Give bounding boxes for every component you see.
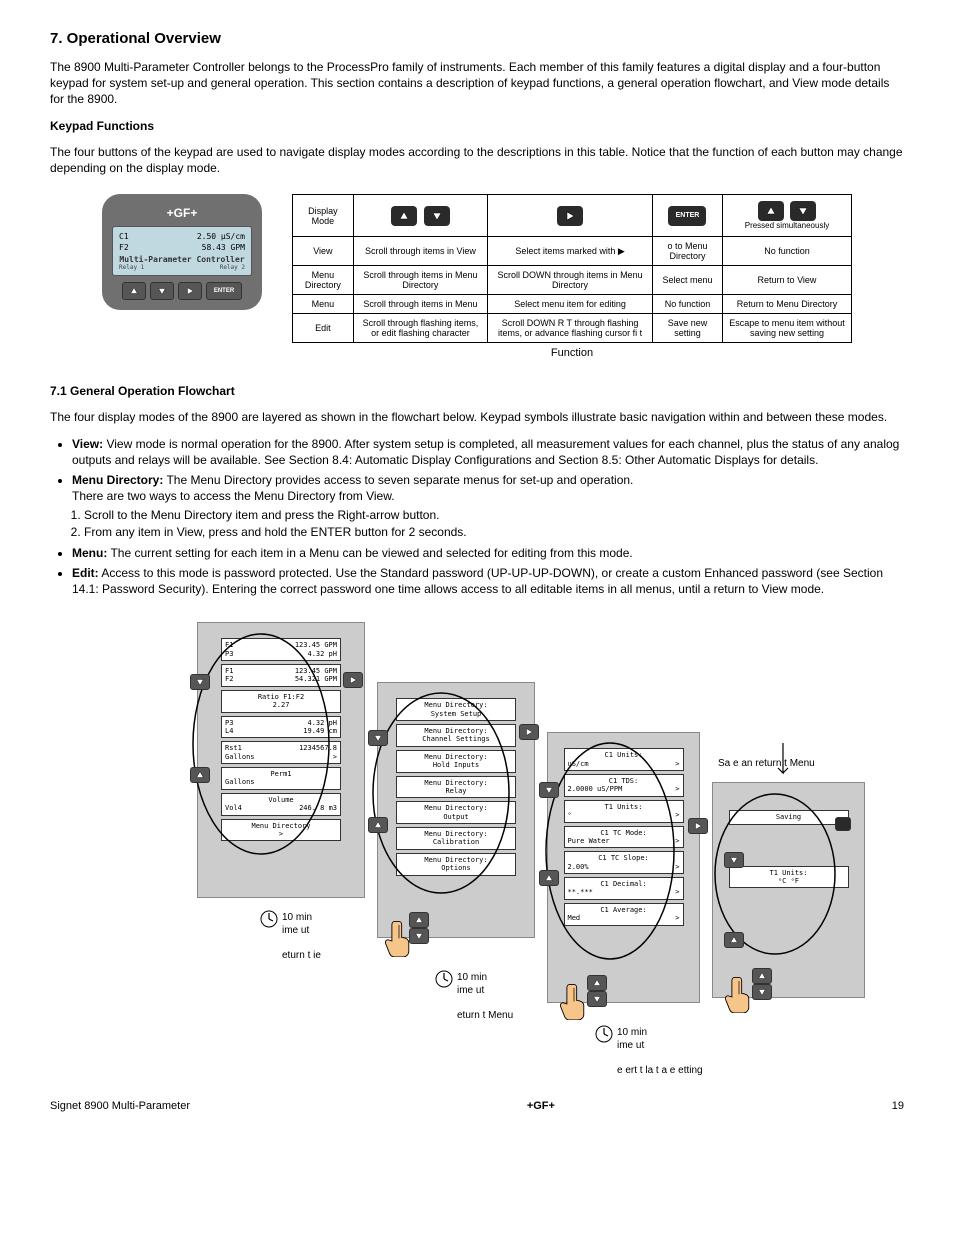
sec71-intro: The four display modes of the 8900 are l… [50, 409, 904, 425]
hand-icon-1 [382, 917, 416, 957]
function-footer-label: Function [293, 343, 852, 364]
pressed-note: Pressed simultaneously [727, 221, 847, 230]
nav-down-c1 [190, 674, 210, 690]
col-right [488, 195, 653, 237]
table-row: EditScroll through flashing items, or ed… [293, 314, 852, 343]
flow-col-menu-dir: Menu Directory:System SetupMenu Director… [377, 682, 535, 938]
table-row: ViewScroll through items in ViewSelect i… [293, 237, 852, 266]
intro-para: The 8900 Multi-Parameter Controller belo… [50, 59, 904, 108]
nav-up-c3 [539, 870, 559, 886]
save-arrow [768, 743, 798, 783]
nav-right-34 [688, 818, 708, 834]
hand-icon-2 [557, 980, 591, 1020]
footer-right: 19 [892, 1100, 904, 1112]
col-display-mode: Display Mode [293, 195, 354, 237]
flow-col-edit: Sa e an return t Menu Saving T1 Units: ᵒ… [712, 782, 865, 998]
timeout-3: 10 minime ute ert t la t a e etting [617, 1027, 703, 1077]
enter-key-icon: ENTER [668, 206, 706, 226]
hand-icon-3 [722, 973, 756, 1013]
lcd-l2b: 58.43 GPM [202, 243, 245, 252]
table-row: MenuScroll through items in MenuSelect m… [293, 295, 852, 314]
lcd-r1: Relay 1 [119, 264, 144, 271]
loop-arrow-3 [536, 738, 681, 968]
right-key-icon [557, 206, 583, 226]
nav-up-c4 [724, 932, 744, 948]
md-step2: From any item in View, press and hold th… [84, 524, 904, 540]
timeout-1: 10 minime uteturn t ie [282, 912, 321, 962]
clock-icon-2 [435, 970, 453, 988]
footer-center: +GF+ [527, 1100, 555, 1112]
keypad-function-table: Display Mode ENTER Pressed simultaneousl… [292, 194, 852, 363]
lcd-l1a: C1 [119, 232, 129, 241]
mode-menu: Menu: The current setting for each item … [72, 545, 904, 561]
loop-arrow-2 [364, 688, 514, 903]
nav-up-c2 [368, 817, 388, 833]
lcd-l1b: 2.50 µS/cm [197, 232, 245, 241]
nav-down-c2 [368, 730, 388, 746]
sec71-title: 7.1 General Operation Flowchart [50, 383, 904, 399]
nav-down-c4 [724, 852, 744, 868]
device-up-button [122, 282, 146, 300]
col-enter: ENTER [652, 195, 722, 237]
timeout-2: 10 minime uteturn t Menu [457, 972, 513, 1022]
flow-col-menu: C1 Units:uS/cm>C1 TDS:2.0000 uS/PPM>T1 U… [547, 732, 700, 1003]
nav-enter-c4 [835, 817, 851, 831]
table-row: Menu DirectoryScroll through items in Me… [293, 266, 852, 295]
clock-icon-3 [595, 1025, 613, 1043]
clock-icon-1 [260, 910, 278, 928]
device-down-button [150, 282, 174, 300]
col-simul: Pressed simultaneously [722, 195, 851, 237]
lcd-title: Multi-Parameter Controller [119, 253, 245, 264]
device-brand: +GF+ [112, 204, 252, 226]
lcd-r2: Relay 2 [220, 264, 245, 271]
mode-md-sub: There are two ways to access the Menu Di… [72, 488, 904, 504]
up-key-icon-2 [758, 201, 784, 221]
save-return-label: Sa e an return t Menu [718, 758, 815, 769]
device-lcd: C1 2.50 µS/cm F2 58.43 GPM Multi-Parameter… [112, 226, 252, 276]
mode-edit: Edit: Access to this mode is password pr… [72, 565, 904, 597]
mode-view: View: View mode is normal operation for … [72, 436, 904, 468]
nav-right-12 [343, 672, 363, 688]
up-key-icon [391, 206, 417, 226]
down-key-icon [424, 206, 450, 226]
col-up-down [353, 195, 487, 237]
footer-left: Signet 8900 Multi-Parameter [50, 1100, 190, 1112]
flow-col-view: F1123.45 GPMP34.32 pHF1123.45 GPMF254.32… [197, 622, 365, 898]
down-key-icon-2 [790, 201, 816, 221]
loop-arrow-1 [186, 629, 336, 864]
keypad-subtitle: Keypad Functions [50, 118, 904, 134]
nav-down-c3 [539, 782, 559, 798]
md-step1: Scroll to the Menu Directory item and pr… [84, 507, 904, 523]
section-heading: 7. Operational Overview [50, 30, 904, 47]
flowchart: F1123.45 GPMP34.32 pHF1123.45 GPMF254.32… [87, 612, 867, 1082]
nav-up-c1 [190, 767, 210, 783]
device-enter-button: ENTER [206, 282, 242, 300]
lcd-l2a: F2 [119, 243, 129, 252]
keypad-intro: The four buttons of the keypad are used … [50, 144, 904, 176]
device-right-button [178, 282, 202, 300]
device-illustration: +GF+ C1 2.50 µS/cm F2 58.43 GPM Multi-Para… [102, 194, 262, 310]
page-footer: Signet 8900 Multi-Parameter +GF+ 19 [50, 1100, 904, 1112]
nav-right-23 [519, 724, 539, 740]
mode-menu-dir: Menu Directory: The Menu Directory provi… [72, 472, 904, 541]
mode-list: View: View mode is normal operation for … [72, 436, 904, 598]
